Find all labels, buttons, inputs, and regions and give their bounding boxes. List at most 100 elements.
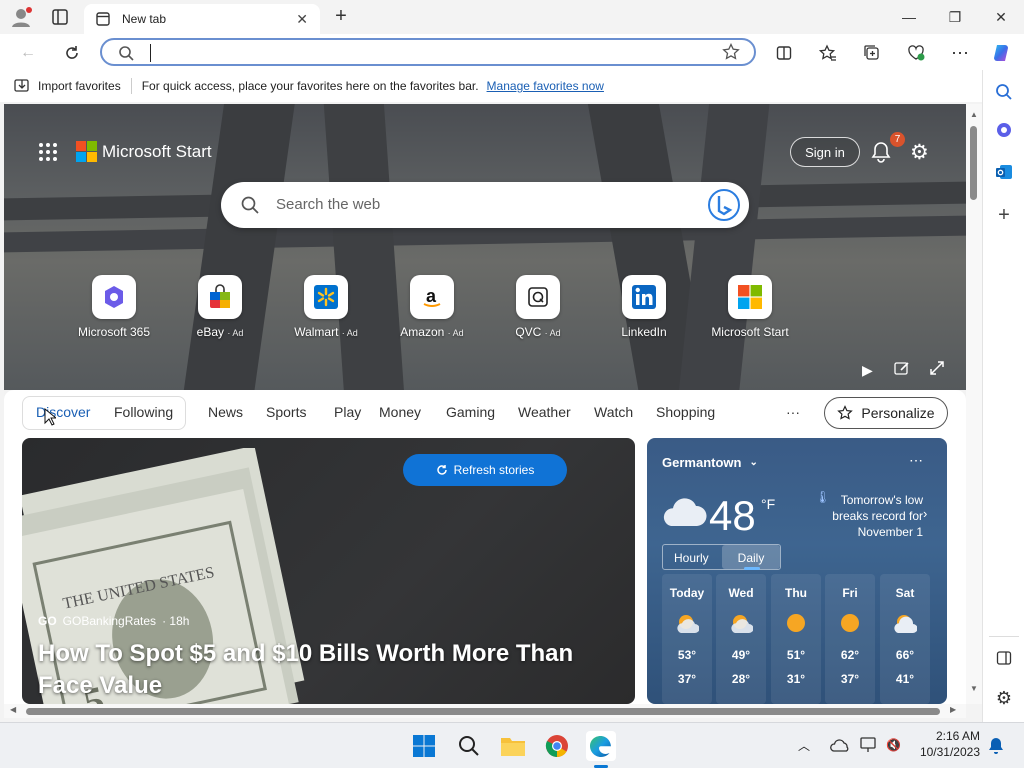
tab-weather[interactable]: Weather	[518, 404, 571, 420]
forecast-day[interactable]: Sat 66° 41°	[880, 574, 930, 704]
restore-button[interactable]: ❐	[942, 6, 968, 28]
file-explorer-icon[interactable]	[498, 731, 528, 761]
web-search-box[interactable]: Search the web	[221, 182, 749, 228]
favorites-icon[interactable]	[816, 42, 840, 64]
weather-location[interactable]: Germantown ⌄	[662, 455, 758, 470]
quicklink-amazon[interactable]: a	[410, 275, 454, 319]
scroll-up-arrow[interactable]: ▲	[970, 110, 978, 119]
quicklink-microsoft365[interactable]	[92, 275, 136, 319]
minimize-button[interactable]: —	[896, 6, 922, 28]
quicklink-ebay[interactable]	[198, 275, 242, 319]
bing-chat-icon[interactable]	[707, 188, 741, 222]
tab-shopping[interactable]: Shopping	[656, 404, 715, 420]
horizontal-scrollbar[interactable]: ◀ ▶	[4, 704, 966, 718]
collections-icon[interactable]	[860, 42, 884, 64]
edge-icon[interactable]	[586, 731, 616, 761]
chevron-right-icon[interactable]: ›	[923, 506, 927, 521]
tab-actions-icon[interactable]	[50, 8, 70, 26]
personalize-button[interactable]: Personalize	[824, 397, 948, 429]
scroll-right-arrow[interactable]: ▶	[950, 705, 956, 714]
favorites-bar: Import favorites For quick access, place…	[0, 70, 982, 102]
address-bar[interactable]	[100, 38, 756, 66]
weather-alert[interactable]: Tomorrow's low breaks record for Novembe…	[819, 492, 923, 540]
sign-in-button[interactable]: Sign in	[790, 137, 860, 167]
page-settings-icon[interactable]: ⚙	[910, 140, 929, 165]
onedrive-icon[interactable]	[830, 737, 850, 753]
close-window-button[interactable]: ✕	[988, 6, 1014, 28]
clock-time[interactable]: 2:16 AM	[920, 729, 980, 743]
notification-center-icon[interactable]	[988, 737, 1004, 755]
quicklink-qvc[interactable]	[516, 275, 560, 319]
play-background-icon[interactable]: ▶	[862, 362, 873, 379]
sidebar-settings-icon[interactable]: ⚙	[992, 686, 1016, 710]
sidebar-hide-icon[interactable]	[992, 646, 1016, 670]
tab-news[interactable]: News	[208, 404, 243, 420]
browser-essentials-icon[interactable]	[904, 42, 928, 64]
refresh-stories-button[interactable]: Refresh stories	[403, 454, 567, 486]
forecast-day[interactable]: Thu 51° 31°	[771, 574, 821, 704]
quicklink-microsoft-start[interactable]	[728, 275, 772, 319]
more-tabs-button[interactable]: ···	[786, 404, 800, 420]
tab-close-icon[interactable]: ✕	[296, 11, 308, 28]
scroll-down-arrow[interactable]: ▼	[970, 684, 978, 693]
tab-money[interactable]: Money	[379, 404, 421, 420]
import-favorites-button[interactable]: Import favorites	[38, 79, 121, 93]
tab-daily[interactable]: Daily	[722, 545, 780, 569]
forecast-day[interactable]: Fri 62° 37°	[825, 574, 875, 704]
brand-title[interactable]: Microsoft Start	[102, 142, 212, 162]
chrome-icon[interactable]	[542, 731, 572, 761]
forecast-day[interactable]: Wed 49° 28°	[716, 574, 766, 704]
scroll-left-arrow[interactable]: ◀	[10, 705, 16, 714]
tab-sports[interactable]: Sports	[266, 404, 306, 420]
tab-gaming[interactable]: Gaming	[446, 404, 495, 420]
profile-icon[interactable]	[10, 6, 34, 28]
copilot-icon[interactable]	[990, 42, 1014, 64]
back-button[interactable]: ←	[16, 42, 40, 64]
feed-area: THE UNITED STATES 5 Refresh stories GO G…	[4, 436, 966, 704]
expand-icon[interactable]	[929, 360, 945, 376]
source-logo-icon: GO	[38, 614, 57, 628]
taskbar-search-icon[interactable]	[454, 731, 484, 761]
favorite-star-icon[interactable]	[722, 43, 740, 61]
road-shape	[322, 104, 406, 390]
sidebar-search-icon[interactable]	[992, 80, 1016, 104]
weather-card[interactable]: Germantown ⌄ ⋯ 48 °F 🌡 Tomorrow's low br…	[647, 438, 947, 704]
manage-favorites-link[interactable]: Manage favorites now	[487, 79, 604, 93]
refresh-button[interactable]	[60, 42, 84, 64]
story-headline[interactable]: How To Spot $5 and $10 Bills Worth More …	[38, 638, 628, 702]
sidebar-outlook-icon[interactable]	[992, 160, 1016, 184]
vertical-scroll-thumb[interactable]	[970, 126, 977, 200]
web-search-placeholder[interactable]: Search the web	[276, 196, 380, 213]
clock-date[interactable]: 10/31/2023	[910, 745, 980, 759]
story-source[interactable]: GO GOBankingRates · 18h	[38, 614, 189, 628]
tab-play[interactable]: Play	[334, 404, 361, 420]
volume-muted-icon[interactable]: 🔇	[886, 738, 901, 752]
tab-following[interactable]: Following	[114, 404, 173, 420]
split-screen-icon[interactable]	[772, 42, 796, 64]
import-favorites-icon[interactable]	[14, 79, 30, 93]
network-icon[interactable]	[860, 737, 878, 753]
address-input[interactable]	[144, 44, 704, 62]
tab-new-tab[interactable]: New tab ✕	[84, 4, 320, 34]
sidebar-add-icon[interactable]: +	[992, 203, 1016, 227]
quicklink-linkedin[interactable]	[622, 275, 666, 319]
web-search-icon	[241, 196, 259, 214]
horizontal-scroll-thumb[interactable]	[26, 708, 940, 715]
tab-watch[interactable]: Watch	[594, 404, 633, 420]
start-button-icon[interactable]	[409, 731, 439, 761]
weather-more-icon[interactable]: ⋯	[909, 452, 923, 469]
quicklink-walmart[interactable]	[304, 275, 348, 319]
temperature-unit[interactable]: °F	[761, 496, 775, 512]
apps-launcher-icon[interactable]	[38, 142, 58, 162]
vertical-scrollbar[interactable]: ▲ ▼	[966, 104, 982, 704]
more-menu-icon[interactable]: ⋯	[948, 42, 972, 64]
tab-hourly[interactable]: Hourly	[674, 551, 709, 565]
show-hidden-icons[interactable]: ︿	[798, 737, 810, 754]
new-tab-button[interactable]: +	[330, 6, 352, 28]
forecast-day[interactable]: Today 53° 37°	[662, 574, 712, 704]
personalize-label: Personalize	[861, 405, 935, 421]
edit-background-icon[interactable]	[894, 360, 910, 376]
sidebar-microsoft365-icon[interactable]	[992, 118, 1016, 142]
top-story-card[interactable]: THE UNITED STATES 5 Refresh stories GO G…	[22, 438, 635, 704]
notifications-bell-icon[interactable]	[870, 140, 892, 164]
